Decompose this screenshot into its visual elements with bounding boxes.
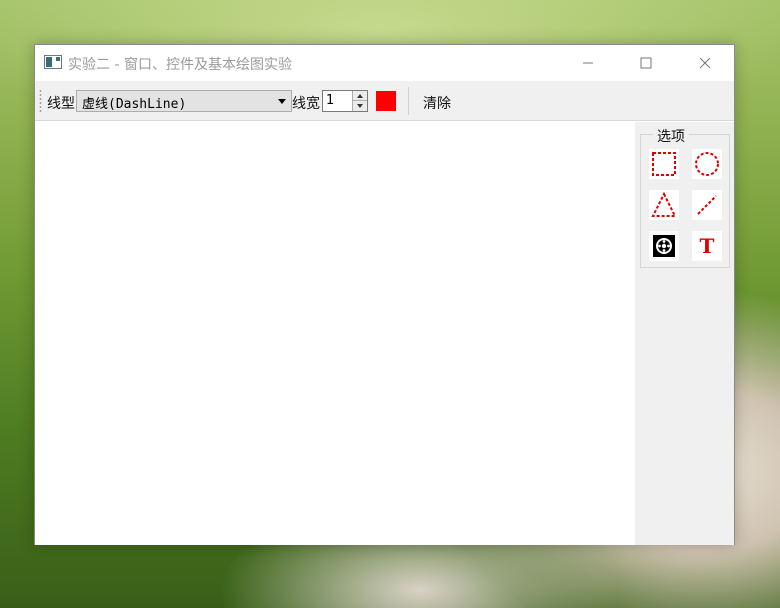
toolbar: 线型 虚线(DashLine) 线宽 1 清除 bbox=[35, 81, 734, 121]
minimize-button[interactable] bbox=[559, 45, 617, 81]
dashed-rectangle-icon bbox=[652, 152, 676, 176]
toolbar-separator bbox=[408, 87, 409, 115]
line-width-value: 1 bbox=[326, 93, 335, 108]
title-bar[interactable]: 实验二 - 窗口、控件及基本绘图实验 bbox=[35, 45, 734, 81]
triangle-tool-button[interactable] bbox=[649, 190, 679, 220]
chevron-down-icon bbox=[278, 99, 286, 104]
maximize-icon bbox=[640, 57, 652, 69]
ellipse-tool-button[interactable] bbox=[692, 149, 722, 179]
dashed-triangle-icon bbox=[651, 191, 677, 217]
close-icon bbox=[699, 57, 711, 69]
options-group-title: 选项 bbox=[653, 126, 689, 146]
clear-button[interactable]: 清除 bbox=[423, 93, 451, 113]
line-width-spinbox[interactable]: 1 bbox=[322, 90, 368, 112]
line-style-value: 虚线(DashLine) bbox=[82, 97, 187, 112]
toolbar-grip[interactable] bbox=[39, 89, 42, 113]
line-tool-button[interactable] bbox=[692, 190, 722, 220]
main-window: 实验二 - 窗口、控件及基本绘图实验 线型 虚线(DashLine) 线宽 1 … bbox=[34, 44, 735, 545]
options-groupbox: 选项 T bbox=[640, 126, 730, 268]
image-tool-button[interactable] bbox=[649, 231, 679, 261]
line-style-label: 线型 bbox=[47, 96, 75, 112]
spin-up-button[interactable] bbox=[352, 91, 367, 101]
arrow-up-icon bbox=[357, 93, 363, 98]
line-width-label: 线宽 bbox=[292, 96, 320, 112]
text-tool-button[interactable]: T bbox=[692, 231, 722, 261]
dashed-line-icon bbox=[697, 195, 717, 215]
maximize-button[interactable] bbox=[617, 45, 675, 81]
dashed-circle-icon bbox=[695, 152, 719, 176]
options-panel: 选项 T bbox=[635, 122, 734, 545]
image-stamp-icon bbox=[653, 235, 675, 257]
line-style-combobox[interactable]: 虚线(DashLine) bbox=[76, 90, 292, 112]
arrow-down-icon bbox=[357, 104, 363, 108]
pen-color-button[interactable] bbox=[376, 91, 396, 111]
app-icon bbox=[44, 55, 62, 69]
window-title: 实验二 - 窗口、控件及基本绘图实验 bbox=[68, 57, 292, 73]
minimize-icon bbox=[583, 62, 593, 64]
text-icon: T bbox=[699, 234, 715, 258]
drawing-canvas[interactable] bbox=[35, 122, 635, 545]
close-button[interactable] bbox=[676, 45, 734, 81]
spin-down-button[interactable] bbox=[352, 101, 367, 111]
rectangle-tool-button[interactable] bbox=[649, 149, 679, 179]
